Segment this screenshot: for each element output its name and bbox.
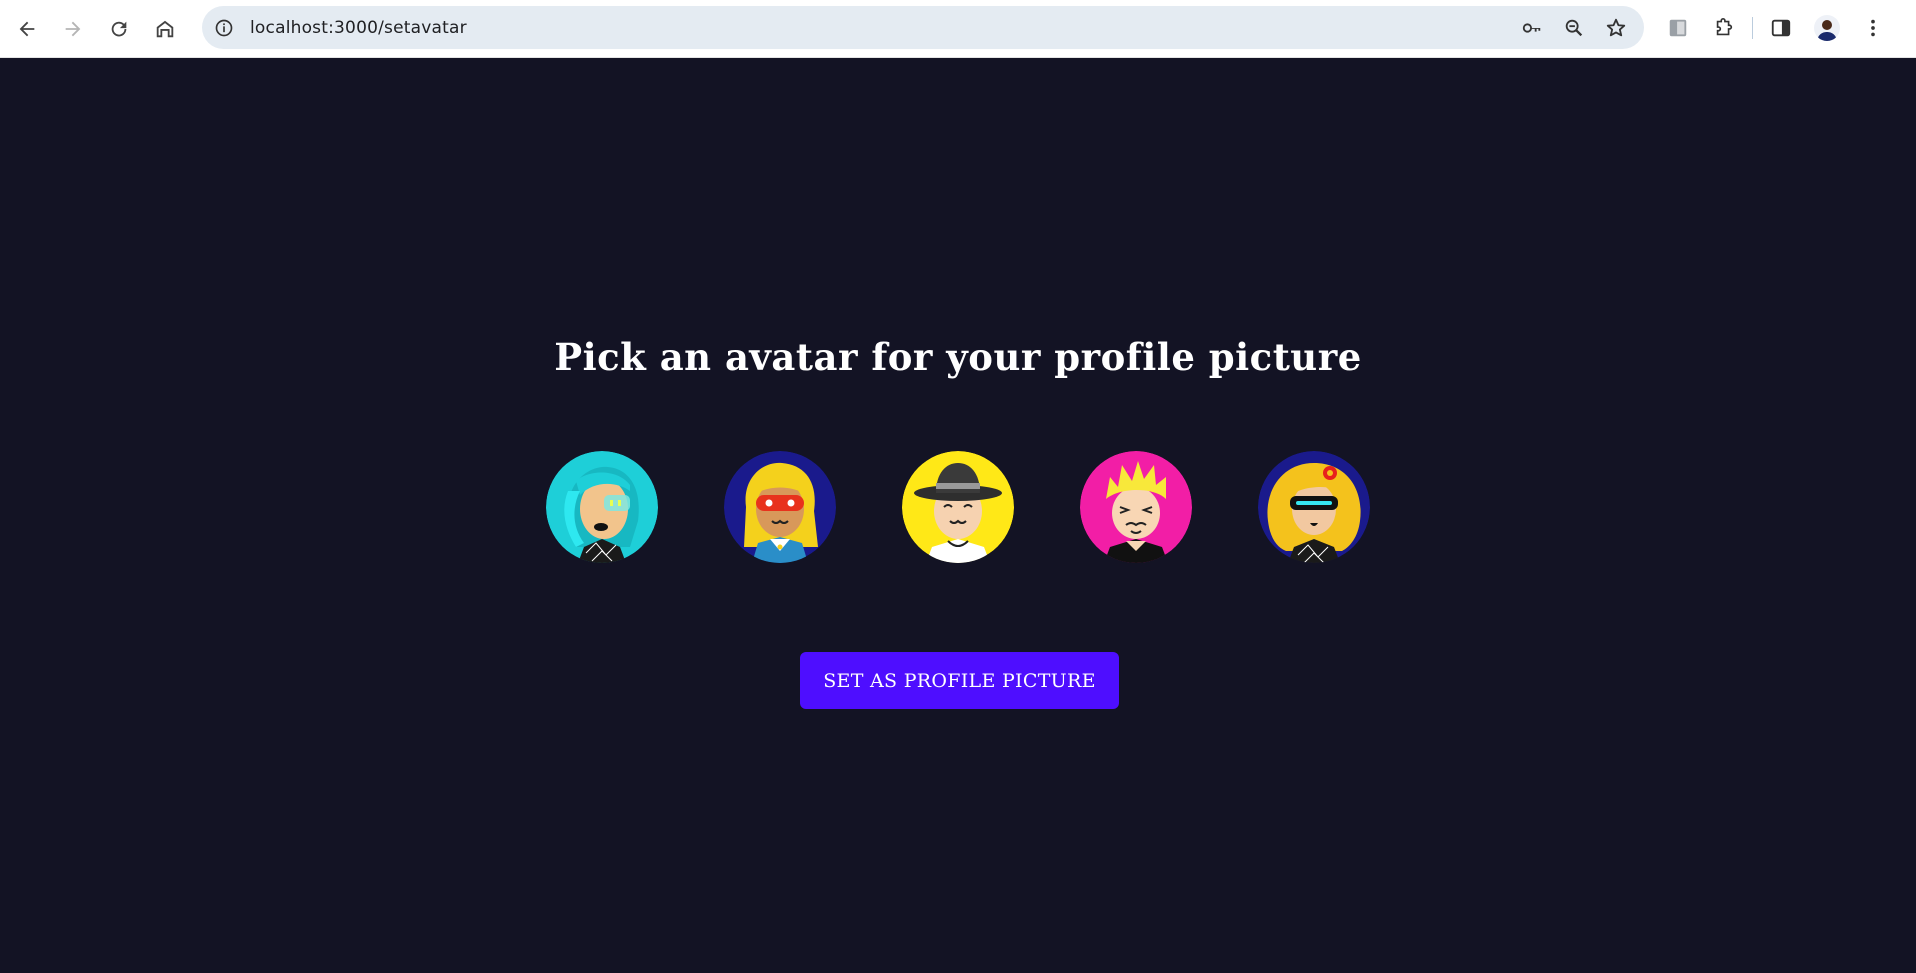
reload-icon[interactable] xyxy=(96,6,142,52)
more-menu-icon[interactable] xyxy=(1855,10,1891,46)
bookmark-star-icon[interactable] xyxy=(1602,14,1630,42)
address-bar[interactable]: localhost:3000/setavatar xyxy=(202,6,1644,49)
zoom-icon[interactable] xyxy=(1560,14,1588,42)
url-text: localhost:3000/setavatar xyxy=(250,17,467,38)
key-icon[interactable] xyxy=(1518,14,1546,42)
toolbar-separator xyxy=(1752,16,1753,39)
page-title: Pick an avatar for your profile picture xyxy=(554,334,1362,379)
avatar-option-1[interactable] xyxy=(546,451,658,563)
avatar-option-4[interactable] xyxy=(1080,451,1192,563)
extension-puzzle-icon[interactable] xyxy=(1706,10,1742,46)
browser-toolbar: localhost:3000/setavatar xyxy=(0,0,1916,58)
site-info-icon[interactable] xyxy=(212,16,236,40)
avatar-option-2[interactable] xyxy=(724,451,836,563)
home-icon[interactable] xyxy=(142,6,188,52)
avatar-option-5[interactable] xyxy=(1258,451,1370,563)
avatar-option-3[interactable] xyxy=(902,451,1014,563)
set-profile-picture-button[interactable]: SET AS PROFILE PICTURE xyxy=(800,652,1119,709)
profile-avatar[interactable] xyxy=(1809,10,1845,46)
forward-icon[interactable] xyxy=(50,6,96,52)
side-panel-icon[interactable] xyxy=(1763,10,1799,46)
back-icon[interactable] xyxy=(4,6,50,52)
extension-thumbnail-icon[interactable] xyxy=(1660,10,1696,46)
avatar-list xyxy=(0,451,1916,563)
